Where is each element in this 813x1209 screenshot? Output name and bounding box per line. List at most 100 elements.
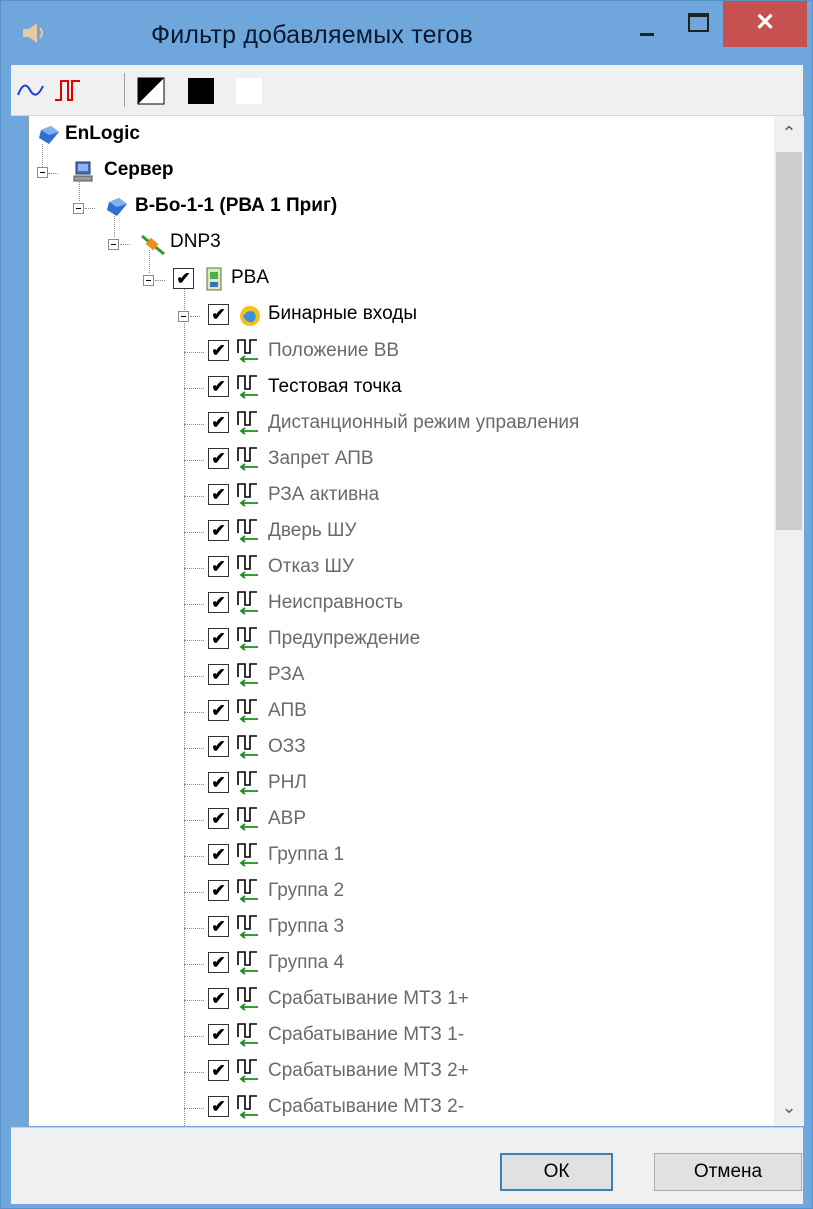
tree-connector: [184, 460, 204, 461]
device-unit-icon: [206, 267, 222, 291]
tag-item-label: Срабатывание МТЗ 1-: [268, 1024, 465, 1045]
tag-item-checkbox[interactable]: ✔: [208, 700, 229, 721]
tag-item-label: Срабатывание МТЗ 1+: [268, 988, 469, 1009]
collapse-toggle[interactable]: [37, 167, 48, 178]
tree-connector: [184, 676, 204, 677]
binary-input-icon: [237, 555, 258, 579]
plug-icon: [141, 234, 165, 256]
scroll-down-icon[interactable]: ⌄: [774, 1092, 804, 1122]
tree-connector: [184, 352, 204, 353]
tree-connector: [184, 784, 204, 785]
tag-item-checkbox[interactable]: ✔: [208, 556, 229, 577]
tag-item-label: ОЗЗ: [268, 736, 306, 757]
minimize-button[interactable]: [621, 1, 671, 47]
tree-connector: [184, 964, 204, 965]
tag-item-label: Неисправность: [268, 592, 404, 613]
dialog-footer: ОК Отмена: [11, 1127, 803, 1204]
dialog-window: Фильтр добавляемых тегов ✕ EnLogic Серве…: [0, 0, 813, 1209]
binary-input-icon: [237, 519, 258, 543]
binary-input-icon: [237, 771, 258, 795]
tag-tree[interactable]: EnLogic Сервер В-Бо-1-1 (РВА 1 Приг) DNP…: [28, 116, 787, 1126]
white-square-icon[interactable]: [231, 73, 265, 107]
close-button[interactable]: ✕: [723, 1, 807, 47]
scroll-thumb[interactable]: [776, 152, 802, 530]
tree-connector: [184, 568, 204, 569]
maximize-button[interactable]: [673, 1, 723, 47]
binary-input-icon: [237, 663, 258, 687]
digital-pulse-icon[interactable]: [53, 73, 87, 107]
tag-item-label: Предупреждение: [268, 628, 421, 649]
tag-item-checkbox[interactable]: ✔: [208, 916, 229, 937]
group-checkbox[interactable]: ✔: [208, 304, 229, 325]
tag-item-checkbox[interactable]: ✔: [208, 592, 229, 613]
collapse-toggle[interactable]: [178, 311, 189, 322]
ok-button[interactable]: ОК: [500, 1153, 613, 1191]
tag-item-label: Группа 3: [268, 916, 345, 937]
toolbar-separator: [124, 73, 125, 107]
tag-item-checkbox[interactable]: ✔: [208, 448, 229, 469]
black-square-icon[interactable]: [183, 73, 217, 107]
tag-item-label: АПВ: [268, 700, 307, 721]
collapse-toggle[interactable]: [73, 203, 84, 214]
toolbar: [11, 65, 803, 116]
tag-item-checkbox[interactable]: ✔: [208, 412, 229, 433]
group-label: Бинарные входы: [268, 303, 417, 324]
tree-connector: [184, 856, 204, 857]
cube-icon: [107, 198, 127, 216]
tag-item-checkbox[interactable]: ✔: [208, 1024, 229, 1045]
binary-input-icon: [237, 735, 258, 759]
tag-item-checkbox[interactable]: ✔: [208, 1060, 229, 1081]
unit-checkbox[interactable]: ✔: [173, 268, 194, 289]
analog-wave-icon[interactable]: [15, 73, 49, 107]
collapse-toggle[interactable]: [143, 275, 154, 286]
tag-item-checkbox[interactable]: ✔: [208, 520, 229, 541]
tree-connector: [184, 388, 204, 389]
tag-item-checkbox[interactable]: ✔: [208, 376, 229, 397]
title-bar[interactable]: Фильтр добавляемых тегов ✕: [1, 1, 812, 65]
binary-input-icon: [237, 699, 258, 723]
tag-item-checkbox[interactable]: ✔: [208, 772, 229, 793]
speaker-icon: [23, 23, 43, 43]
server-label: Сервер: [104, 159, 174, 180]
tag-item-checkbox[interactable]: ✔: [208, 1096, 229, 1117]
binary-input-icon: [237, 1023, 258, 1047]
binary-input-icon: [237, 879, 258, 903]
tag-item-checkbox[interactable]: ✔: [208, 844, 229, 865]
binary-input-icon: [237, 843, 258, 867]
tree-connector: [184, 532, 204, 533]
tag-item-checkbox[interactable]: ✔: [208, 952, 229, 973]
tag-item-label: АВР: [268, 808, 307, 829]
tag-item-checkbox[interactable]: ✔: [208, 664, 229, 685]
tag-item-checkbox[interactable]: ✔: [208, 880, 229, 901]
tree-connector: [184, 1000, 204, 1001]
vertical-scrollbar[interactable]: ⌃ ⌄: [774, 116, 804, 1126]
root-label: EnLogic: [65, 123, 140, 144]
scroll-up-icon[interactable]: ⌃: [774, 118, 804, 148]
binary-input-icon: [237, 807, 258, 831]
binary-input-icon: [237, 987, 258, 1011]
tag-item-checkbox[interactable]: ✔: [208, 340, 229, 361]
binary-input-icon: [237, 447, 258, 471]
tag-item-checkbox[interactable]: ✔: [208, 808, 229, 829]
binary-input-icon: [237, 915, 258, 939]
tag-item-label: Дверь ШУ: [268, 520, 357, 541]
tree-connector: [184, 1072, 204, 1073]
tag-item-checkbox[interactable]: ✔: [208, 484, 229, 505]
tree-connector: [184, 892, 204, 893]
binary-input-icon: [237, 627, 258, 651]
collapse-toggle[interactable]: [108, 239, 119, 250]
triangle-fill-icon[interactable]: [133, 73, 167, 107]
tree-connector: [184, 820, 204, 821]
cancel-button[interactable]: Отмена: [654, 1153, 802, 1191]
binary-input-icon: [237, 1059, 258, 1083]
binary-input-icon: [237, 591, 258, 615]
globe-icon: [240, 306, 260, 326]
cube-icon: [39, 126, 59, 144]
tag-item-label: Группа 4: [268, 952, 345, 973]
tag-item-label: РЗА активна: [268, 484, 380, 505]
tag-item-checkbox[interactable]: ✔: [208, 988, 229, 1009]
binary-input-icon: [237, 1095, 258, 1119]
tree-connector: [184, 712, 204, 713]
tag-item-checkbox[interactable]: ✔: [208, 628, 229, 649]
tag-item-checkbox[interactable]: ✔: [208, 736, 229, 757]
